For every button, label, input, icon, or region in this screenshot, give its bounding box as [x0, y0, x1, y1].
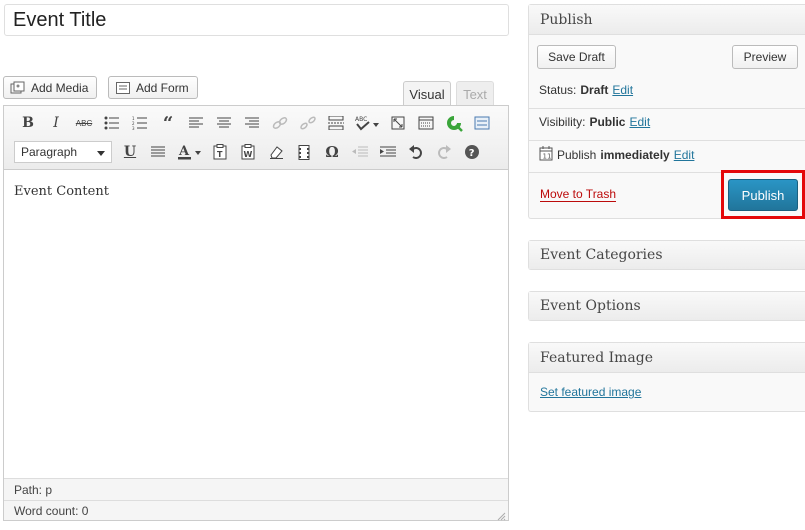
unlink-icon[interactable] [294, 112, 322, 134]
featured-image-box: Featured Image Set featured image [528, 342, 805, 412]
publish-schedule-value: immediately [600, 148, 670, 162]
chevron-down-icon [97, 145, 105, 159]
svg-text:?: ? [469, 148, 475, 159]
add-media-label: Add Media [31, 80, 89, 95]
help-icon[interactable]: ? [458, 141, 486, 163]
event-categories-box: Event Categories [528, 240, 805, 270]
fullscreen-icon[interactable] [384, 112, 412, 134]
toolbar-toggle-icon[interactable] [412, 112, 440, 134]
insert-form-icon[interactable] [468, 112, 496, 134]
insert-more-icon[interactable] [322, 112, 350, 134]
form-icon [115, 81, 131, 95]
outdent-icon[interactable] [346, 141, 374, 163]
bold-icon[interactable]: B [14, 112, 42, 134]
svg-text:W: W [244, 150, 253, 159]
special-character-icon[interactable]: Ω [318, 141, 346, 163]
content-editor: B I ABC 123 “ ABC Paragraph U A T W Ω ? … [3, 105, 509, 521]
event-options-title[interactable]: Event Options [529, 292, 805, 320]
paste-word-icon[interactable]: W [234, 141, 262, 163]
spellcheck-icon[interactable]: ABC [350, 112, 384, 134]
visibility-label: Visibility: [539, 115, 586, 129]
schedule-row: 11 Publish immediately Edit [539, 146, 694, 164]
italic-icon[interactable]: I [42, 112, 70, 134]
indent-icon[interactable] [374, 141, 402, 163]
plugin-green-icon[interactable] [440, 112, 468, 134]
save-draft-button[interactable]: Save Draft [537, 45, 616, 69]
status-label: Status: [539, 83, 577, 97]
tab-visual[interactable]: Visual [403, 81, 451, 106]
underline-icon[interactable]: U [116, 141, 144, 163]
publish-label: Publish [557, 148, 597, 162]
calendar-icon: 11 [539, 146, 553, 164]
svg-text:11: 11 [543, 153, 552, 161]
numbered-list-icon[interactable]: 123 [126, 112, 154, 134]
tab-text[interactable]: Text [456, 81, 494, 106]
justify-icon[interactable] [144, 141, 172, 163]
visibility-value: Public [589, 115, 626, 129]
editor-content[interactable]: Event Content [14, 184, 109, 199]
move-to-trash-link[interactable]: Move to Trash [540, 187, 617, 202]
path-bar: Path: p [4, 478, 508, 500]
align-center-icon[interactable] [210, 112, 238, 134]
add-media-button[interactable]: Add Media [3, 76, 98, 99]
add-form-button[interactable]: Add Form [108, 76, 198, 99]
preview-button[interactable]: Preview [732, 45, 798, 69]
visibility-row: Visibility: Public Edit [539, 115, 650, 129]
status-row: Status: Draft Edit [539, 83, 633, 97]
align-right-icon[interactable] [238, 112, 266, 134]
svg-text:T: T [217, 150, 223, 159]
redo-icon[interactable] [430, 141, 458, 163]
edit-visibility-link[interactable]: Edit [629, 115, 650, 129]
paste-text-icon[interactable]: T [206, 141, 234, 163]
svg-text:A: A [178, 144, 190, 159]
divider [529, 108, 805, 109]
blockquote-icon[interactable]: “ [154, 112, 182, 134]
publish-button[interactable]: Publish [728, 179, 798, 211]
editor-toolbar: B I ABC 123 “ ABC Paragraph U A T W Ω ? [4, 106, 508, 170]
clear-formatting-icon[interactable] [262, 141, 290, 163]
publish-box-title[interactable]: Publish [529, 5, 805, 35]
svg-text:3: 3 [132, 126, 135, 130]
insert-media-icon[interactable] [290, 141, 318, 163]
add-media-icon [10, 81, 26, 95]
divider [529, 140, 805, 141]
event-categories-title[interactable]: Event Categories [529, 241, 805, 269]
text-color-icon[interactable]: A [172, 141, 206, 163]
strikethrough-icon[interactable]: ABC [70, 112, 98, 134]
edit-status-link[interactable]: Edit [612, 83, 633, 97]
edit-schedule-link[interactable]: Edit [674, 148, 695, 162]
event-options-box: Event Options [528, 291, 805, 321]
featured-image-title[interactable]: Featured Image [529, 343, 805, 373]
undo-icon[interactable] [402, 141, 430, 163]
format-select[interactable]: Paragraph [14, 141, 112, 163]
insert-link-icon[interactable] [266, 112, 294, 134]
resize-handle-icon[interactable] [496, 508, 506, 521]
svg-text:ABC: ABC [355, 116, 367, 123]
set-featured-image-link[interactable]: Set featured image [540, 385, 641, 399]
add-form-label: Add Form [136, 80, 189, 95]
align-left-icon[interactable] [182, 112, 210, 134]
word-count: Word count: 0 [4, 500, 508, 520]
status-value: Draft [580, 83, 609, 97]
format-select-value: Paragraph [21, 145, 78, 159]
event-title-input[interactable]: Event Title [4, 4, 509, 36]
bullet-list-icon[interactable] [98, 112, 126, 134]
